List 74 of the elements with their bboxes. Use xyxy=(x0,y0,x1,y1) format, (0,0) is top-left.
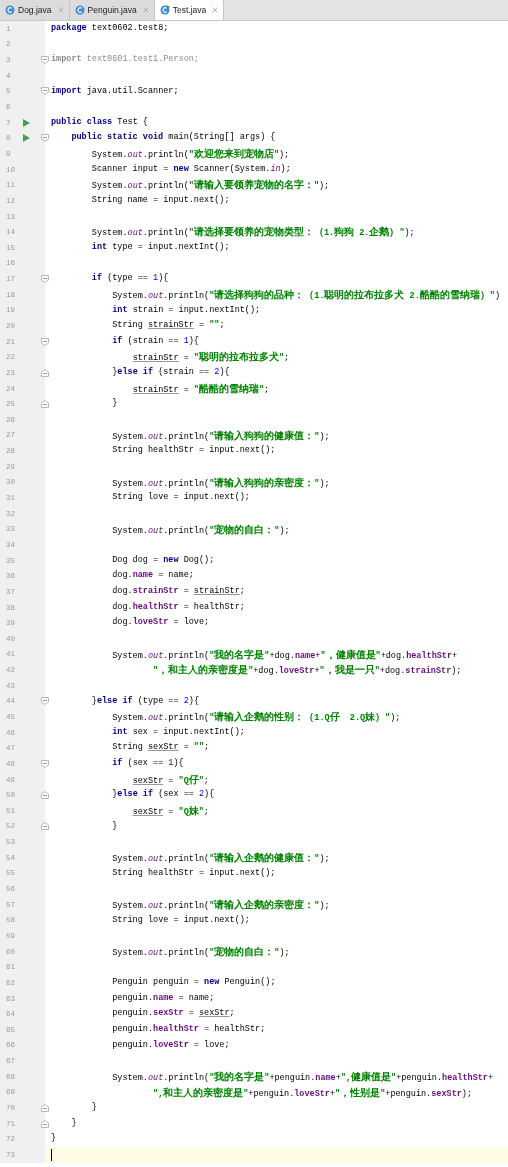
code-line: System.out.println("我的名字是"+penguin.name+",健康值是"+penguin.healthStr+ xyxy=(111,1069,494,1085)
close-icon[interactable] xyxy=(142,7,149,13)
fold-icon[interactable] xyxy=(41,275,49,284)
code-line: } xyxy=(90,1101,97,1115)
code-line: }else if (strain == 2){ xyxy=(111,366,230,380)
fold-icon[interactable] xyxy=(41,791,49,800)
code-line: System.out.println("我的名字是"+dog.name+"，健康值是"+dog.healthStr+ xyxy=(111,647,458,663)
code-line: if (type == 1){ xyxy=(90,272,169,286)
code-line: import java.util.Scanner; xyxy=(51,84,179,98)
fold-icon[interactable] xyxy=(41,822,49,831)
close-icon[interactable] xyxy=(212,7,219,13)
code-line: String healthStr = input.next(); xyxy=(111,444,276,458)
code-line: System.out.println("请输入企鹅的亲密度："); xyxy=(111,897,330,913)
code-line: dog.name = name; xyxy=(111,569,194,583)
code-line: System.out.println("请输入要领养宠物的名字："); xyxy=(90,178,330,194)
code-line: penguin.sexStr = sexStr; xyxy=(111,1007,235,1021)
fold-icon[interactable] xyxy=(41,134,49,143)
code-line: int type = input.nextInt(); xyxy=(90,240,230,254)
fold-icon[interactable] xyxy=(41,1119,49,1128)
code-line: int strain = input.nextInt(); xyxy=(111,303,261,317)
code-line: } xyxy=(111,819,118,833)
class-icon xyxy=(159,5,170,15)
code-line: } xyxy=(111,397,118,411)
code-line: String healthStr = input.next(); xyxy=(111,866,276,880)
fold-icon[interactable] xyxy=(41,400,49,409)
code-line: int sex = input.nextInt(); xyxy=(111,725,245,739)
class-icon xyxy=(74,5,85,15)
code-line: if (strain == 1){ xyxy=(111,334,199,348)
code-line: "，和主人的亲密度是"+dog.loveStr+"，我是一只"+dog.strainStr); xyxy=(152,663,462,678)
code-line: System.out.println("请输入企鹅的健康值："); xyxy=(111,850,330,866)
code-line: }else if (type == 2){ xyxy=(90,694,199,708)
code-line: if (sex == 1){ xyxy=(111,757,184,771)
code-line: ",和主人的亲密度是"+penguin.loveStr+"，性别是"+penguin.sexStr); xyxy=(152,1085,473,1101)
code-line: } xyxy=(70,1116,77,1130)
code-line: }else if (sex == 2){ xyxy=(111,788,215,802)
code-line: public static void main(String[] args) { xyxy=(70,131,276,145)
fold-icon[interactable] xyxy=(41,697,49,706)
file-tab[interactable]: Test.java xyxy=(154,0,225,20)
code-line: Dog dog = new Dog(); xyxy=(111,553,215,567)
code-line: penguin.name = name; xyxy=(111,991,215,1005)
code-line: Penguin penguin = new Penguin(); xyxy=(111,976,276,990)
file-tab[interactable]: Dog.java xyxy=(0,0,70,20)
class-icon xyxy=(5,5,15,15)
code-line: System.out.println("宠物的自白："); xyxy=(111,944,290,960)
code-line: String love = input.next(); xyxy=(111,913,250,927)
code-line: System.out.println("宠物的自白："); xyxy=(111,522,290,538)
code-line: System.out.println("欢迎您来到宠物店"); xyxy=(90,147,290,162)
code-line: } xyxy=(51,1132,57,1146)
code-line: String love = input.next(); xyxy=(111,491,250,505)
code-line: public class Test { xyxy=(51,115,148,129)
code-line: System.out.println("请输入狗狗的健康值："); xyxy=(111,428,330,444)
code-line: strainStr = "酷酷的雪纳瑞"; xyxy=(131,381,270,397)
code-line: penguin.healthStr = healthStr; xyxy=(111,1023,266,1036)
text-cursor xyxy=(51,1148,52,1161)
fold-icon[interactable] xyxy=(41,56,49,65)
fold-icon[interactable] xyxy=(41,87,49,96)
code-line: dog.strainStr = strainStr; xyxy=(111,585,245,599)
code-line: import text0601.test1.Person; xyxy=(51,53,199,67)
file-tab[interactable]: Penguin.java xyxy=(69,0,155,20)
code-line: Scanner input = new Scanner(System.in); xyxy=(90,162,291,176)
code-line: System.out.println("请输入狗狗的亲密度："); xyxy=(111,475,330,491)
code-line: strainStr = "聪明的拉布拉多犬"; xyxy=(131,350,290,366)
fold-icon[interactable] xyxy=(41,1104,49,1112)
fold-icon[interactable] xyxy=(41,337,49,346)
code-line: String name = input.next(); xyxy=(90,194,230,208)
code-line: String sexStr = ""; xyxy=(111,741,210,755)
fold-icon[interactable] xyxy=(41,368,49,377)
close-icon[interactable] xyxy=(57,7,64,13)
fold-icon[interactable] xyxy=(41,759,49,768)
code-line: package text0602.test8; xyxy=(51,22,169,35)
code-line: dog.loveStr = love; xyxy=(111,616,210,630)
code-line: penguin.loveStr = love; xyxy=(111,1038,230,1052)
code-line: String strainStr = ""; xyxy=(111,319,225,333)
code-line: dog.healthStr = healthStr; xyxy=(111,600,245,614)
